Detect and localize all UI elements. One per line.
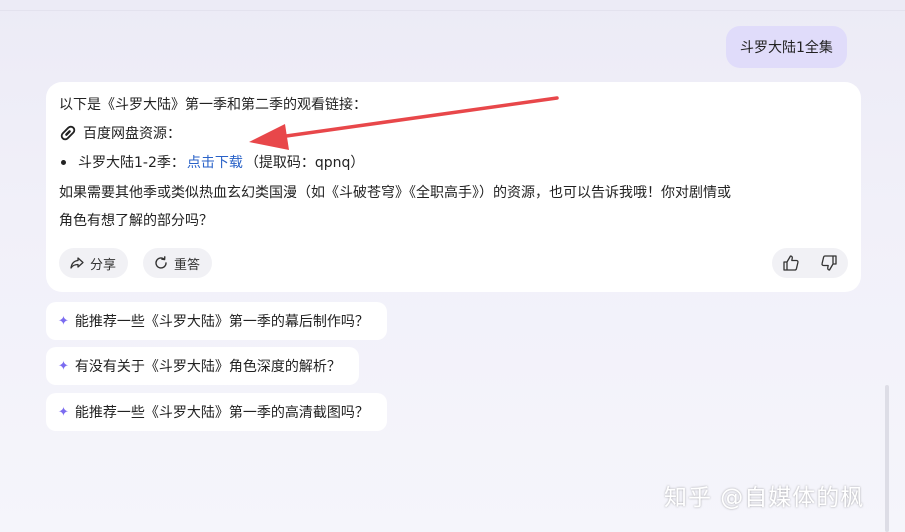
scrollbar-thumb[interactable] <box>885 385 889 532</box>
annotation-arrow <box>249 96 559 150</box>
watermark: 知乎 @自媒体的枫 <box>664 485 865 511</box>
